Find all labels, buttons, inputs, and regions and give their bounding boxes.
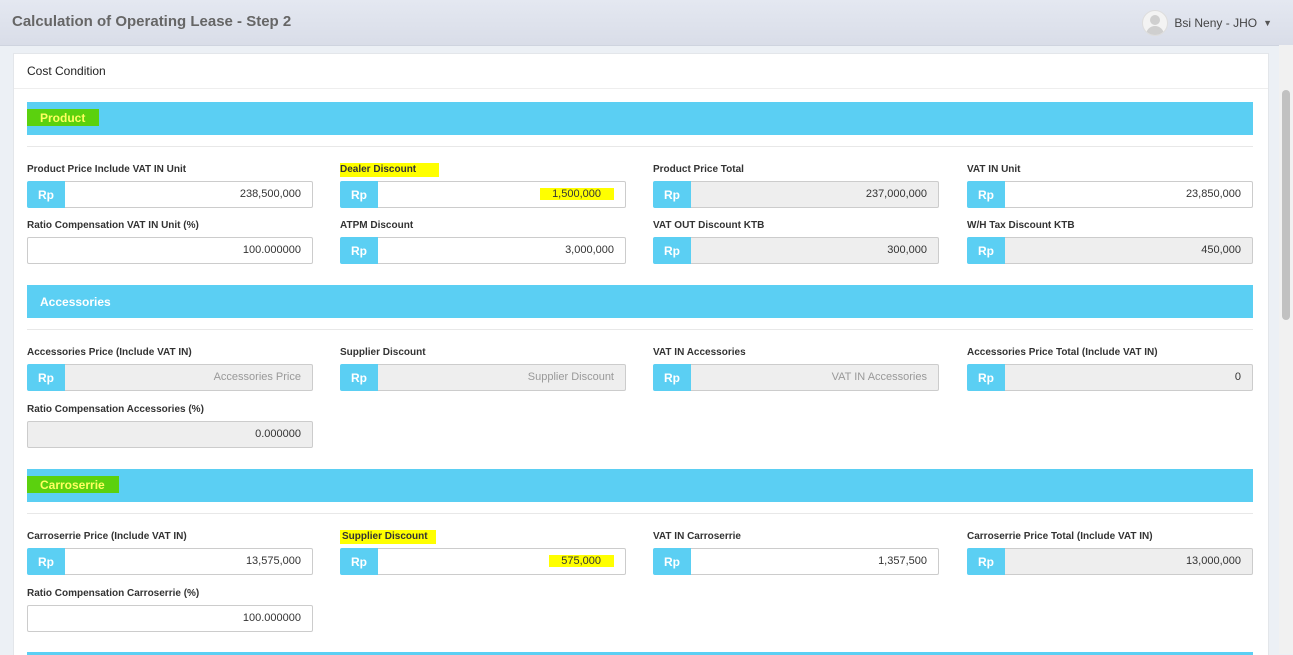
section-title-accessories: Accessories [40,295,111,309]
field-carroserrie-price-total: Carroserrie Price Total (Include VAT IN)… [967,530,1253,575]
carroserrie-price-input[interactable]: 13,575,000 [65,548,313,575]
card-header: Cost Condition [14,54,1268,89]
field-vat-in-accessories: VAT IN Accessories Rp VAT IN Accessories [653,346,939,391]
user-avatar-icon [1142,10,1169,36]
divider [27,513,1253,514]
chevron-down-icon: ▼ [1263,18,1272,28]
currency-addon: Rp [967,237,1005,264]
section-accessories: Accessories [27,285,1253,318]
product-price-total-input: 237,000,000 [691,181,939,208]
vat-in-unit-input[interactable]: 23,850,000 [1005,181,1253,208]
currency-addon: Rp [653,364,691,391]
field-label: Product Price Include VAT IN Unit [27,164,187,175]
user-menu[interactable]: Bsi Neny - JHO ▼ [1142,10,1272,36]
ratio-compensation-unit-input[interactable]: 100.000000 [27,237,313,264]
field-label: Accessories Price Total (Include VAT IN) [967,347,1158,358]
divider [27,329,1253,330]
product-price-input[interactable]: 238,500,000 [65,181,313,208]
currency-addon: Rp [340,548,378,575]
accessories-supplier-discount-input: Supplier Discount [378,364,626,391]
currency-addon: Rp [967,181,1005,208]
field-carroserrie-price: Carroserrie Price (Include VAT IN) Rp 13,… [27,530,313,575]
field-label: Product Price Total [653,164,744,175]
field-ratio-compensation-accessories: Ratio Compensation Accessories (%) 0.000… [27,403,313,448]
field-label: VAT OUT Discount KTB [653,220,765,231]
vat-in-accessories-input: VAT IN Accessories [691,364,939,391]
ratio-compensation-accessories-input: 0.000000 [27,421,313,448]
carroserrie-supplier-discount-input[interactable]: 575,000 [378,548,626,575]
section-carroserrie: Carroserrie [27,469,1253,502]
field-product-price-total: Product Price Total Rp 237,000,000 [653,163,939,208]
dealer-discount-input[interactable]: 1,500,000 [378,181,626,208]
field-label: Ratio Compensation Accessories (%) [27,404,204,415]
field-label: Ratio Compensation Carroserrie (%) [27,588,200,599]
field-vat-in-carroserrie: VAT IN Carroserrie Rp 1,357,500 [653,530,939,575]
currency-addon: Rp [27,364,65,391]
currency-addon: Rp [967,548,1005,575]
accessories-price-input: Accessories Price [65,364,313,391]
page-scrollbar[interactable] [1279,45,1293,654]
field-label: Dealer Discount [340,163,440,177]
highlighted-value: 1,500,000 [540,188,614,200]
vat-in-carroserrie-input[interactable]: 1,357,500 [691,548,939,575]
field-label: Carroserrie Price (Include VAT IN) [27,531,187,542]
card-title: Cost Condition [27,64,106,78]
field-label: Supplier Discount [340,530,436,544]
vat-out-discount-input: 300,000 [691,237,939,264]
field-accessories-supplier-discount: Supplier Discount Rp Supplier Discount [340,346,626,391]
top-navbar: Calculation of Operating Lease - Step 2 … [0,0,1293,46]
field-carroserrie-supplier-discount: Supplier Discount Rp 575,000 [340,530,626,575]
field-label: Carroserrie Price Total (Include VAT IN) [967,531,1153,542]
field-atpm-discount: ATPM Discount Rp 3,000,000 [340,219,626,264]
field-label: Accessories Price (Include VAT IN) [27,347,192,358]
field-accessories-price: Accessories Price (Include VAT IN) Rp Acc… [27,346,313,391]
field-vat-in-unit: VAT IN Unit Rp 23,850,000 [967,163,1253,208]
field-label: VAT IN Carroserrie [653,531,741,542]
field-label: VAT IN Unit [967,164,1021,175]
section-title-carroserrie: Carroserrie [27,476,119,493]
divider [27,146,1253,147]
field-dealer-discount: Dealer Discount Rp 1,500,000 [340,163,626,208]
currency-addon: Rp [653,181,691,208]
field-wh-tax-discount: W/H Tax Discount KTB Rp 450,000 [967,219,1253,264]
cost-condition-card: Cost Condition Product Product Price Inc… [13,53,1269,655]
field-product-price: Product Price Include VAT IN Unit Rp 238,… [27,163,313,208]
currency-addon: Rp [27,181,65,208]
field-accessories-price-total: Accessories Price Total (Include VAT IN)… [967,346,1253,391]
field-label: ATPM Discount [340,220,414,231]
page-title: Calculation of Operating Lease - Step 2 [12,13,292,30]
ratio-compensation-carroserrie-input[interactable]: 100.000000 [27,605,313,632]
field-vat-out-discount: VAT OUT Discount KTB Rp 300,000 [653,219,939,264]
currency-addon: Rp [340,364,378,391]
currency-addon: Rp [340,237,378,264]
currency-addon: Rp [967,364,1005,391]
field-label: Supplier Discount [340,347,426,358]
currency-addon: Rp [340,181,378,208]
accessories-price-total-input: 0 [1005,364,1253,391]
currency-addon: Rp [653,548,691,575]
section-title-product: Product [27,109,100,126]
user-name: Bsi Neny - JHO [1174,16,1258,30]
currency-addon: Rp [27,548,65,575]
field-ratio-compensation-unit: Ratio Compensation VAT IN Unit (%) 100.0… [27,219,313,264]
field-label: W/H Tax Discount KTB [967,220,1075,231]
currency-addon: Rp [653,237,691,264]
field-ratio-compensation-carroserrie: Ratio Compensation Carroserrie (%) 100.0… [27,587,313,632]
carroserrie-price-total-input: 13,000,000 [1005,548,1253,575]
scrollbar-thumb[interactable] [1282,90,1290,320]
highlighted-value: 575,000 [549,555,614,567]
field-label: Ratio Compensation VAT IN Unit (%) [27,220,199,231]
section-product: Product [27,102,1253,135]
wh-tax-discount-input: 450,000 [1005,237,1253,264]
atpm-discount-input[interactable]: 3,000,000 [378,237,626,264]
field-label: VAT IN Accessories [653,347,746,358]
